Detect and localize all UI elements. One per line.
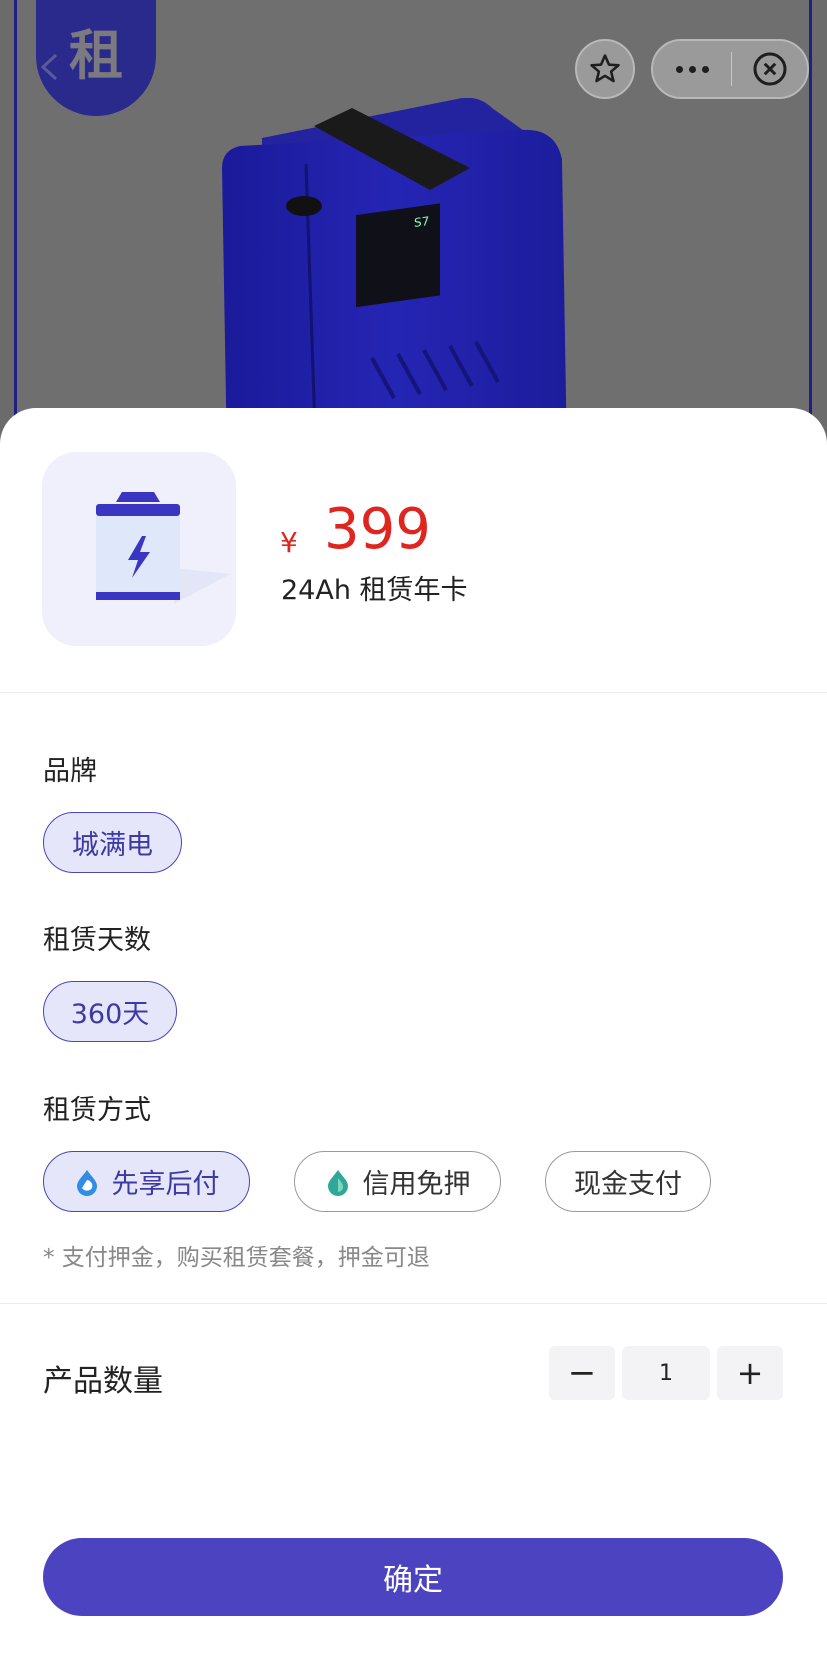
method-option-credit-free-deposit[interactable]: 信用免押	[294, 1151, 501, 1212]
product-thumbnail	[42, 452, 236, 646]
battery-bolt-icon	[96, 492, 230, 604]
quantity-increment-button[interactable]: +	[717, 1346, 783, 1400]
product-options-sheet: ¥ 399 24Ah 租赁年卡 品牌 城满电 租赁天数 360天 租赁方式 先享…	[0, 408, 827, 1670]
method-option-label: 现金支付	[574, 1169, 682, 1200]
price-value: 399	[324, 497, 431, 562]
deposit-note: * 支付押金，购买租赁套餐，押金可退	[43, 1245, 430, 1271]
rental-days-label: 租赁天数	[43, 925, 151, 956]
rental-days-option-chip[interactable]: 360天	[43, 981, 177, 1042]
rent-badge-text: 租	[69, 24, 123, 87]
pay-later-drop-icon	[76, 1169, 97, 1196]
method-option-label: 信用免押	[362, 1169, 471, 1200]
method-option-cash[interactable]: 现金支付	[545, 1151, 711, 1212]
rental-days-option-label: 360天	[70, 999, 150, 1030]
confirm-button[interactable]: 确定	[43, 1538, 783, 1616]
star-outline-icon	[590, 54, 620, 83]
back-chevron-icon[interactable]	[38, 52, 60, 82]
close-circle-icon	[753, 52, 786, 86]
product-name: 24Ah 租赁年卡	[281, 575, 468, 606]
product-hero-image: 租 S7	[0, 0, 827, 470]
confirm-button-label: 确定	[383, 1563, 443, 1598]
favorite-button[interactable]	[575, 39, 635, 99]
brand-option-label: 城满电	[72, 830, 153, 861]
brand-label: 品牌	[43, 756, 97, 787]
quantity-label: 产品数量	[43, 1364, 163, 1399]
quantity-decrement-button[interactable]: −	[549, 1346, 615, 1400]
brand-option-chip[interactable]: 城满电	[43, 812, 182, 873]
price-currency: ¥	[280, 526, 298, 559]
close-button[interactable]	[732, 41, 807, 97]
rental-method-label: 租赁方式	[43, 1095, 151, 1126]
svg-text:S7: S7	[414, 214, 429, 230]
divider	[0, 692, 827, 693]
quantity-value[interactable]: 1	[622, 1346, 710, 1400]
mini-program-capsule	[651, 39, 809, 99]
credit-drop-icon	[327, 1169, 348, 1196]
method-option-label: 先享后付	[111, 1169, 220, 1200]
divider	[0, 1303, 827, 1304]
more-dots-icon[interactable]	[653, 41, 731, 97]
method-option-pay-later[interactable]: 先享后付	[43, 1151, 250, 1212]
